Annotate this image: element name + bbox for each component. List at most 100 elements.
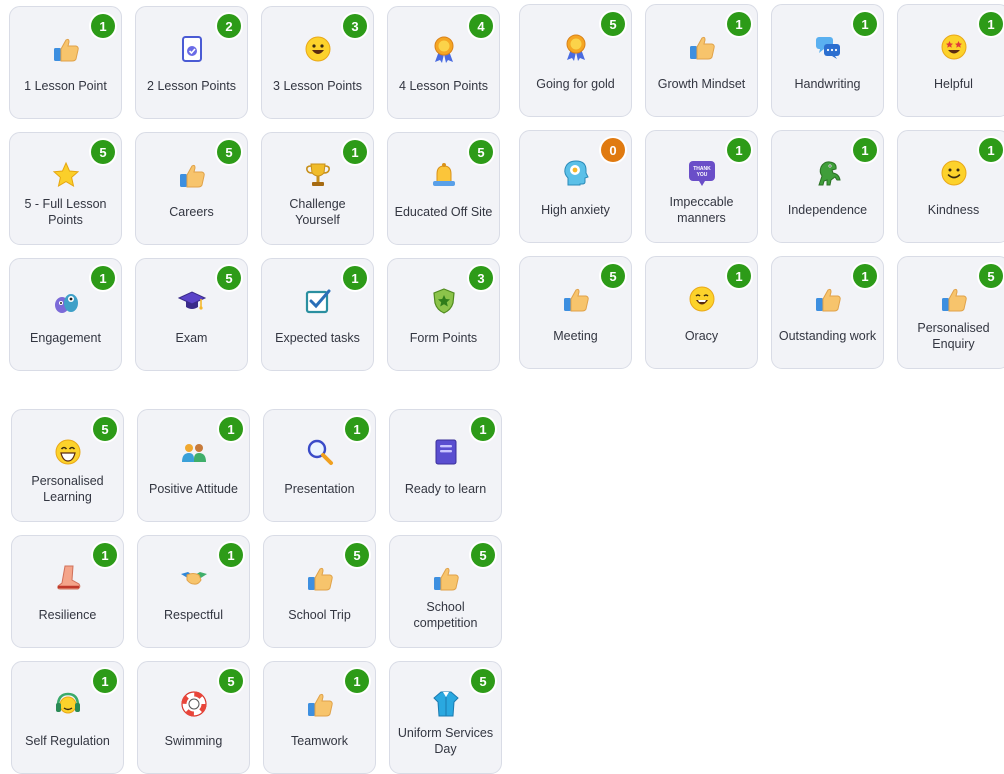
skill-card[interactable]: 1 Presentation (263, 409, 376, 522)
points-badge: 5 (979, 264, 1003, 288)
thumbs-up-icon (939, 284, 969, 314)
skill-label: Positive Attitude (149, 482, 238, 496)
skill-card[interactable]: 5 School competition (389, 535, 502, 648)
thumbs-up-icon (813, 284, 843, 314)
skills-grid-left: 1 1 Lesson Point 2 2 Lesson Points 3 3 Lesson… (9, 6, 500, 371)
skill-card[interactable]: 5 Meeting (519, 256, 632, 369)
skill-label: Impeccable manners (669, 195, 734, 225)
skill-card[interactable]: 4 4 Lesson Points (387, 6, 500, 119)
points-badge: 1 (727, 138, 751, 162)
skill-label: School Trip (288, 608, 351, 622)
skill-card[interactable]: 1 Teamwork (263, 661, 376, 774)
magnifier-icon (305, 437, 335, 467)
skill-card[interactable]: 5 Educated Off Site (387, 132, 500, 245)
skill-card[interactable]: 5 Personalised Learning (11, 409, 124, 522)
skill-label: School competition (413, 600, 478, 630)
document-check-icon (177, 34, 207, 64)
skill-card[interactable]: 1 Respectful (137, 535, 250, 648)
smile-face-icon (939, 158, 969, 188)
points-badge: 5 (93, 417, 117, 441)
bell-icon (429, 160, 459, 190)
skill-card[interactable]: 1 Handwriting (771, 4, 884, 117)
skill-card[interactable]: 1 Outstanding work (771, 256, 884, 369)
skill-label: Going for gold (536, 77, 615, 91)
star-eyes-face-icon (939, 32, 969, 62)
chat-bubbles-icon (813, 32, 843, 62)
skill-label: Oracy (684, 329, 719, 343)
skill-card[interactable]: 5 Careers (135, 132, 248, 245)
skill-card[interactable]: 3 3 Lesson Points (261, 6, 374, 119)
skill-card[interactable]: 1 Resilience (11, 535, 124, 648)
points-badge: 5 (217, 140, 241, 164)
skill-label: Personalised Enquiry (917, 321, 990, 351)
skill-card[interactable]: 1 Positive Attitude (137, 409, 250, 522)
skills-grid-right: 5 Going for gold 1 Growth Mindset 1 Handwriti… (519, 4, 1004, 369)
points-badge: 1 (979, 138, 1003, 162)
skill-card[interactable]: 5 Exam (135, 258, 248, 371)
book-icon (431, 437, 461, 467)
trophy-icon (303, 160, 333, 190)
skill-card[interactable]: 5 Swimming (137, 661, 250, 774)
skill-card[interactable]: 1 Self Regulation (11, 661, 124, 774)
skill-card[interactable]: 5 Uniform Services Day (389, 661, 502, 774)
points-badge: 1 (93, 543, 117, 567)
points-badge: 1 (93, 669, 117, 693)
skill-card[interactable]: 5 School Trip (263, 535, 376, 648)
skill-card[interactable]: 1 Independence (771, 130, 884, 243)
skill-label: Educated Off Site (394, 205, 493, 219)
thumbs-up-icon (431, 563, 461, 593)
skill-label: Independence (787, 203, 868, 217)
skill-label: Outstanding work (778, 329, 877, 343)
skill-card[interactable]: 5 Personalised Enquiry (897, 256, 1004, 369)
skill-card[interactable]: THANK YOU 1 Impeccable manners (645, 130, 758, 243)
skill-card[interactable]: 1 Helpful (897, 4, 1004, 117)
thumbs-up-icon (305, 563, 335, 593)
points-badge: 1 (91, 266, 115, 290)
head-thought-icon (561, 158, 591, 188)
skill-card[interactable]: 1 Growth Mindset (645, 4, 758, 117)
skill-card[interactable]: 2 2 Lesson Points (135, 6, 248, 119)
points-badge: 1 (853, 138, 877, 162)
skill-label: Resilience (38, 608, 97, 622)
award-rosette-icon (561, 32, 591, 62)
points-badge: 1 (853, 264, 877, 288)
skill-label: 1 Lesson Point (24, 79, 107, 93)
skill-card[interactable]: 1 Challenge Yourself (261, 132, 374, 245)
points-badge: 1 (345, 417, 369, 441)
skill-card[interactable]: 5 Going for gold (519, 4, 632, 117)
skill-card[interactable]: 1 Oracy (645, 256, 758, 369)
skill-label: Respectful (163, 608, 224, 622)
skill-label: Self Regulation (25, 734, 110, 748)
skill-card[interactable]: 1 Ready to learn (389, 409, 502, 522)
points-badge: 3 (469, 266, 493, 290)
skill-card[interactable]: 1 1 Lesson Point (9, 6, 122, 119)
skill-label: 3 Lesson Points (273, 79, 362, 93)
skills-grid-lower: 5 Personalised Learning 1 Positive Attitude… (11, 409, 502, 774)
skill-label: High anxiety (541, 203, 610, 217)
headphones-icon (53, 689, 83, 719)
skill-label: Exam (175, 331, 208, 345)
skill-label: Challenge Yourself (289, 197, 346, 227)
skill-label: Presentation (284, 482, 355, 496)
boot-icon (53, 563, 83, 593)
points-badge: 5 (601, 12, 625, 36)
handshake-icon (179, 563, 209, 593)
thumbs-up-icon (51, 34, 81, 64)
skill-label: Kindness (927, 203, 980, 217)
graduation-cap-icon (177, 286, 207, 316)
thumbs-up-icon (177, 160, 207, 190)
skill-card[interactable]: 0 High anxiety (519, 130, 632, 243)
lifebuoy-icon (179, 689, 209, 719)
skill-card[interactable]: 1 Expected tasks (261, 258, 374, 371)
skill-label: 2 Lesson Points (147, 79, 236, 93)
points-badge: 0 (601, 138, 625, 162)
smiley-face-icon (303, 34, 333, 64)
skill-card[interactable]: 3 Form Points (387, 258, 500, 371)
thumbs-up-icon (561, 284, 591, 314)
skill-label: Handwriting (794, 77, 861, 91)
skill-card[interactable]: 1 Kindness (897, 130, 1004, 243)
skill-card[interactable]: 5 5 - Full Lesson Points (9, 132, 122, 245)
skill-card[interactable]: 1 Engagement (9, 258, 122, 371)
skill-label: Meeting (553, 329, 598, 343)
thank-you-text-2: YOU (696, 172, 707, 178)
